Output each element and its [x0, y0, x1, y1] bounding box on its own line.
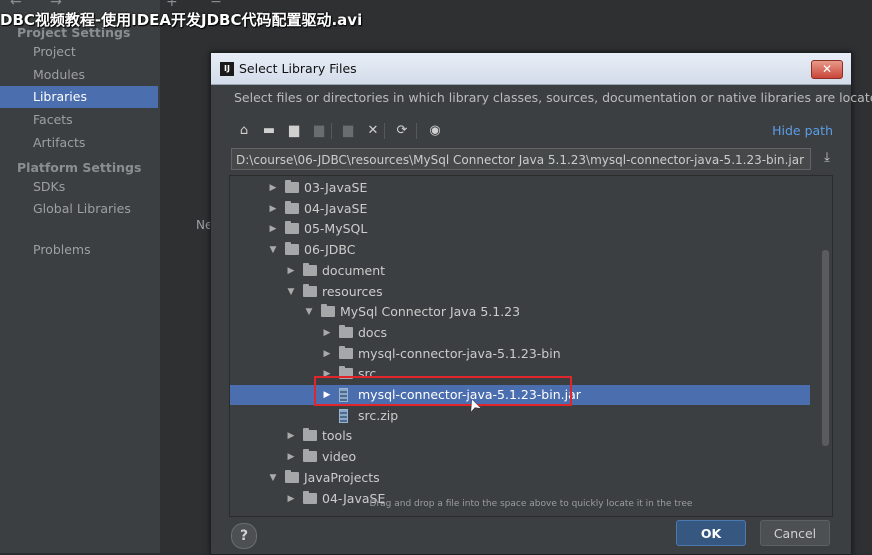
tree-row-label: JavaProjects	[304, 469, 380, 485]
download-icon[interactable]: ⤓	[819, 150, 835, 168]
sidebar-item-facets[interactable]: Facets	[0, 109, 158, 131]
expand-arrow-icon[interactable]: ▶	[286, 426, 296, 446]
collapse-arrow-icon[interactable]: ▼	[304, 302, 314, 322]
tree-row-label: 06-JDBC	[304, 242, 356, 258]
folder-icon	[303, 428, 317, 442]
expand-arrow-icon[interactable]: ▶	[286, 447, 296, 467]
sidebar-item-label: Modules	[33, 66, 85, 82]
refresh-icon[interactable]: ⟳	[391, 120, 413, 142]
video-title-overlay: DBC视频教程-使用IDEA开发JDBC代码配置驱动.avi	[0, 11, 363, 29]
project-folder-icon[interactable]: ▆	[283, 120, 305, 142]
sidebar-item-label: SDKs	[33, 178, 66, 194]
path-field[interactable]: D:\course\06-JDBC\resources\MySql Connec…	[231, 148, 811, 170]
expand-arrow-icon[interactable]: ▶	[322, 344, 332, 364]
tree-row-jar[interactable]: src.zip	[230, 406, 810, 426]
tree-row-label: MySql Connector Java 5.1.23	[340, 304, 521, 320]
tree-row-folder[interactable]: ▶ document	[230, 261, 810, 281]
expand-arrow-icon[interactable]: ▶	[268, 199, 278, 219]
show-hidden-icon[interactable]: ◉	[424, 120, 446, 142]
intellij-icon: IJ	[220, 62, 234, 76]
drag-drop-hint: Drag and drop a file into the space abov…	[369, 499, 693, 509]
dialog-title: Select Library Files	[239, 61, 357, 76]
tree-row-folder[interactable]: ▶ docs	[230, 323, 810, 343]
sidebar-item-libraries[interactable]: Libraries	[0, 86, 158, 109]
ok-button[interactable]: OK	[676, 520, 746, 546]
sidebar-item-modules[interactable]: Modules	[0, 64, 158, 86]
tree-row-label: src.zip	[358, 407, 399, 423]
tree-row-folder[interactable]: ▶ 05-MySQL	[230, 219, 810, 239]
collapse-arrow-icon[interactable]: ▼	[268, 468, 278, 488]
tree-row-label: tools	[322, 428, 353, 444]
sidebar-item-project[interactable]: Project	[0, 41, 158, 63]
sidebar-item-label: Global Libraries	[33, 201, 131, 217]
tree-row-folder[interactable]: ▶ mysql-connector-java-5.1.23-bin	[230, 344, 810, 364]
tree-row-label: mysql-connector-java-5.1.23-bin	[358, 345, 561, 361]
help-button[interactable]: ?	[231, 523, 257, 549]
sidebar-item-sdks[interactable]: SDKs	[0, 176, 158, 198]
tree-row-label: 04-JavaSE	[304, 200, 368, 216]
expand-arrow-icon[interactable]: ▶	[286, 261, 296, 281]
tree-scrollbar[interactable]	[822, 250, 829, 446]
sidebar-item-label: Project	[33, 44, 76, 59]
folder-icon	[303, 262, 317, 276]
hide-path-link[interactable]: Hide path	[772, 123, 833, 138]
path-field-value: D:\course\06-JDBC\resources\MySql Connec…	[236, 153, 805, 167]
tree-row-folder[interactable]: ▶ 04-JavaSE	[230, 199, 810, 219]
sidebar-item-label: Libraries	[33, 89, 87, 105]
expand-arrow-icon[interactable]: ▶	[268, 219, 278, 239]
tree-row-label: document	[322, 262, 386, 278]
folder-icon	[303, 283, 317, 297]
tree-row-folder[interactable]: ▼ 06-JDBC	[230, 240, 810, 260]
tree-row-label: docs	[358, 324, 387, 340]
tree-row-folder[interactable]: ▼ resources	[230, 282, 810, 302]
project-structure-sidebar: ← → Project Settings Project Modules Librar…	[0, 0, 160, 553]
toolbar-separator	[331, 123, 332, 139]
tree-row-label: resources	[322, 283, 383, 299]
tree-row-label: 03-JavaSE	[304, 180, 368, 195]
folder-icon	[285, 200, 299, 214]
cancel-button[interactable]: Cancel	[760, 520, 830, 546]
collapse-arrow-icon[interactable]: ▼	[268, 240, 278, 260]
folder-icon	[339, 324, 353, 338]
toolbar-separator	[384, 123, 385, 139]
folder-icon	[285, 242, 299, 256]
sidebar-item-global-libraries[interactable]: Global Libraries	[0, 198, 158, 220]
sidebar-item-label: Facets	[33, 112, 73, 128]
tree-row-folder[interactable]: ▶ 03-JavaSE	[230, 178, 810, 198]
expand-arrow-icon[interactable]: ▶	[322, 323, 332, 343]
folder-icon	[285, 221, 299, 235]
new-folder-icon[interactable]: ▆	[337, 120, 359, 142]
folder-icon	[303, 449, 317, 463]
toolbar-separator	[416, 123, 417, 139]
sidebar-item-label: Problems	[33, 242, 91, 257]
desktop-icon[interactable]: ▬	[258, 120, 280, 142]
folder-icon	[285, 469, 299, 483]
highlight-box	[314, 376, 572, 406]
file-tree[interactable]: ▶ 03-JavaSE ▶ 04-JavaSE ▶ 05-MySQL ▼ 06-JDBC ▶ do…	[229, 175, 833, 517]
jar-file-icon	[339, 408, 348, 423]
delete-icon[interactable]: ✕	[362, 120, 384, 142]
tree-row-label: video	[322, 449, 357, 465]
tree-row-folder[interactable]: ▼ JavaProjects	[230, 468, 810, 488]
sidebar-item-label: Artifacts	[33, 134, 86, 150]
sidebar-item-artifacts[interactable]: Artifacts	[0, 132, 158, 154]
close-button[interactable]: ✕	[811, 60, 843, 79]
tree-row-folder[interactable]: ▶ video	[230, 447, 810, 467]
collapse-arrow-icon[interactable]: ▼	[286, 282, 296, 302]
folder-icon	[321, 304, 335, 318]
sidebar-item-problems[interactable]: Problems	[0, 239, 158, 261]
dialog-titlebar[interactable]: IJ Select Library Files ✕	[211, 53, 851, 85]
tree-row-label: 05-MySQL	[304, 221, 368, 237]
tree-row-folder[interactable]: ▼ MySql Connector Java 5.1.23	[230, 302, 810, 322]
folder-icon	[285, 180, 299, 193]
expand-arrow-icon[interactable]: ▶	[268, 178, 278, 198]
folder-icon	[339, 345, 353, 359]
home-icon[interactable]: ⌂	[233, 120, 255, 142]
select-library-files-dialog: IJ Select Library Files ✕ Select files o…	[210, 52, 872, 555]
dialog-description: Select files or directories in which lib…	[234, 90, 872, 105]
tree-row-folder[interactable]: ▶ tools	[230, 426, 810, 446]
module-folder-icon[interactable]: ▆	[308, 120, 330, 142]
